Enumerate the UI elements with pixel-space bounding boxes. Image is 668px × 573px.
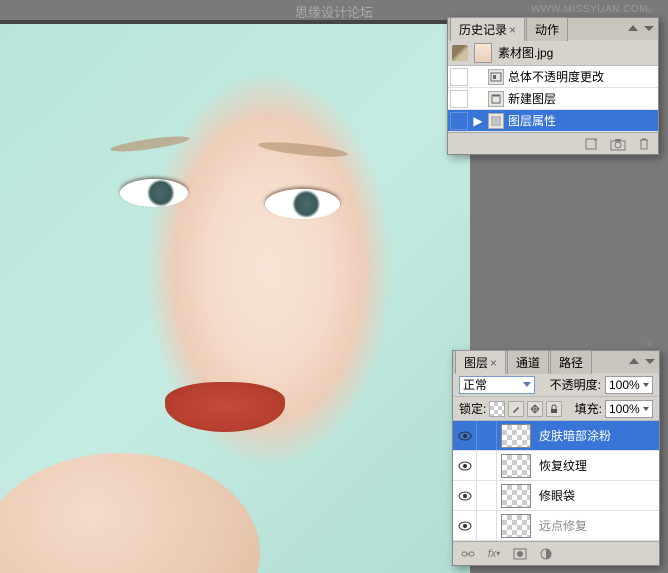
history-marker <box>450 68 468 86</box>
tab-paths[interactable]: 路径 <box>550 350 592 374</box>
history-panel: × 历史记录× 动作 素材图.jpg 总体不透明度更改 新建图层 ▶ 图层属性 <box>447 17 659 155</box>
new-layer-icon <box>488 91 504 107</box>
close-icon[interactable]: × <box>490 356 497 370</box>
layers-tab-row: 图层× 通道 路径 <box>453 351 659 373</box>
history-list: 总体不透明度更改 新建图层 ▶ 图层属性 <box>448 66 658 132</box>
history-marker <box>450 112 468 130</box>
blend-opacity-row: 正常 不透明度: 100% <box>453 373 659 397</box>
blend-mode-value: 正常 <box>463 376 487 393</box>
eye-icon <box>458 491 472 501</box>
fx-label: fx <box>488 548 497 560</box>
history-footer <box>448 132 658 154</box>
layer-thumbnail[interactable] <box>501 454 531 478</box>
layer-name: 恢复纹理 <box>535 457 587 474</box>
fill-label: 填充: <box>575 400 602 417</box>
layer-properties-icon <box>488 113 504 129</box>
history-item-selected[interactable]: ▶ 图层属性 <box>448 110 658 132</box>
layer-row-selected[interactable]: 皮肤暗部涂粉 <box>453 421 659 451</box>
history-snapshot-row[interactable]: 素材图.jpg <box>448 40 658 66</box>
history-item-label: 总体不透明度更改 <box>508 68 604 85</box>
opacity-value: 100% <box>609 378 640 392</box>
fill-value: 100% <box>609 402 640 416</box>
tab-layers[interactable]: 图层× <box>455 350 506 374</box>
history-item-label: 图层属性 <box>508 112 556 129</box>
history-marker <box>450 90 468 108</box>
layer-name: 修眼袋 <box>535 487 575 504</box>
tab-history-label: 历史记录 <box>459 23 507 37</box>
tab-layers-label: 图层 <box>464 356 488 370</box>
visibility-toggle[interactable] <box>453 481 477 510</box>
tab-channels[interactable]: 通道 <box>507 350 549 374</box>
tab-actions[interactable]: 动作 <box>526 17 568 41</box>
canvas-viewport <box>0 20 470 573</box>
new-document-icon[interactable] <box>584 137 600 151</box>
lock-label: 锁定: <box>459 400 486 417</box>
link-column[interactable] <box>477 481 497 510</box>
layer-thumbnail[interactable] <box>501 484 531 508</box>
eye-icon <box>458 431 472 441</box>
layer-row[interactable]: 修眼袋 <box>453 481 659 511</box>
tab-paths-label: 路径 <box>559 356 583 370</box>
minimize-icon[interactable] <box>628 22 640 34</box>
history-item[interactable]: 总体不透明度更改 <box>448 66 658 88</box>
watermark-text: 思缘设计论坛 <box>295 2 373 21</box>
history-tab-row: 历史记录× 动作 <box>448 18 658 40</box>
minimize-icon[interactable] <box>629 355 641 367</box>
panel-menu-icon[interactable] <box>645 355 657 367</box>
fill-input[interactable]: 100% <box>605 400 653 418</box>
lock-position-icon[interactable] <box>527 401 543 417</box>
blend-mode-select[interactable]: 正常 <box>459 376 535 394</box>
tab-history[interactable]: 历史记录× <box>450 17 525 41</box>
layer-thumbnail[interactable] <box>501 514 531 538</box>
fx-icon[interactable]: fx▾ <box>485 546 503 562</box>
tab-actions-label: 动作 <box>535 23 559 37</box>
history-brush-icon <box>452 45 468 61</box>
link-column[interactable] <box>477 421 497 450</box>
history-pointer: ▶ <box>472 114 484 128</box>
lock-transparency-icon[interactable] <box>489 401 505 417</box>
close-icon[interactable]: × <box>643 336 657 350</box>
link-icon[interactable] <box>459 546 477 562</box>
watermark-url: WWW.MISSYUAN.COM <box>531 4 648 15</box>
adjustment-icon[interactable] <box>537 546 555 562</box>
layer-row[interactable]: 远点修复 <box>453 511 659 541</box>
link-column[interactable] <box>477 511 497 540</box>
mask-icon[interactable] <box>511 546 529 562</box>
eye-icon <box>458 521 472 531</box>
lock-fill-row: 锁定: 填充: 100% <box>453 397 659 421</box>
layers-panel: × 图层× 通道 路径 正常 不透明度: 100% 锁定: 填充: 100% 皮… <box>452 350 660 566</box>
opacity-label: 不透明度: <box>550 376 601 393</box>
layer-name: 皮肤暗部涂粉 <box>535 427 611 444</box>
visibility-toggle[interactable] <box>453 511 477 540</box>
eye-icon <box>458 461 472 471</box>
history-item[interactable]: 新建图层 <box>448 88 658 110</box>
close-icon[interactable]: × <box>509 23 516 37</box>
layer-thumbnail[interactable] <box>501 424 531 448</box>
opacity-icon <box>488 69 504 85</box>
layer-row[interactable]: 恢复纹理 <box>453 451 659 481</box>
layers-footer: fx▾ <box>453 541 659 565</box>
link-column[interactable] <box>477 451 497 480</box>
lock-all-icon[interactable] <box>546 401 562 417</box>
trash-icon[interactable] <box>636 137 652 151</box>
snapshot-name: 素材图.jpg <box>498 44 553 61</box>
visibility-toggle[interactable] <box>453 451 477 480</box>
snapshot-thumb <box>474 43 492 63</box>
lock-paint-icon[interactable] <box>508 401 524 417</box>
panel-menu-icon[interactable] <box>644 22 656 34</box>
history-item-label: 新建图层 <box>508 90 556 107</box>
layer-list: 皮肤暗部涂粉 恢复纹理 修眼袋 远点修复 <box>453 421 659 541</box>
opacity-input[interactable]: 100% <box>605 376 653 394</box>
camera-icon[interactable] <box>610 137 626 151</box>
canvas-image[interactable] <box>0 24 470 573</box>
tab-channels-label: 通道 <box>516 356 540 370</box>
layer-name: 远点修复 <box>535 517 587 534</box>
visibility-toggle[interactable] <box>453 421 477 450</box>
